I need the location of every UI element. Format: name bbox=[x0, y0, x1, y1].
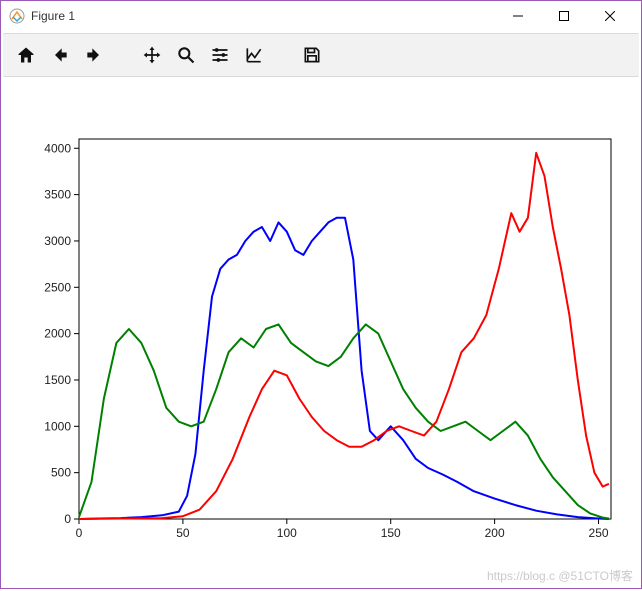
titlebar: Figure 1 bbox=[1, 1, 641, 31]
svg-text:2000: 2000 bbox=[44, 327, 71, 341]
pan-button[interactable] bbox=[135, 38, 169, 72]
svg-text:3000: 3000 bbox=[44, 234, 71, 248]
series-green bbox=[79, 324, 609, 518]
zoom-button[interactable] bbox=[169, 38, 203, 72]
edit-axes-button[interactable] bbox=[237, 38, 271, 72]
svg-text:0: 0 bbox=[76, 526, 83, 540]
figure-window: Figure 1 bbox=[0, 0, 642, 589]
matplotlib-toolbar bbox=[3, 33, 639, 77]
svg-text:250: 250 bbox=[589, 526, 609, 540]
svg-text:500: 500 bbox=[51, 466, 71, 480]
save-button[interactable] bbox=[295, 38, 329, 72]
back-button[interactable] bbox=[43, 38, 77, 72]
maximize-button[interactable] bbox=[541, 1, 587, 31]
svg-text:3500: 3500 bbox=[44, 188, 71, 202]
svg-text:1000: 1000 bbox=[44, 419, 71, 433]
forward-button[interactable] bbox=[77, 38, 111, 72]
plot-area[interactable]: 0501001502002500500100015002000250030003… bbox=[1, 79, 641, 588]
window-title: Figure 1 bbox=[31, 9, 495, 23]
watermark: https://blog.c @51CTO博客 bbox=[487, 567, 633, 584]
app-icon bbox=[9, 8, 25, 24]
series-red bbox=[79, 153, 609, 519]
configure-subplots-button[interactable] bbox=[203, 38, 237, 72]
svg-text:100: 100 bbox=[277, 526, 297, 540]
series-blue bbox=[79, 218, 609, 519]
close-button[interactable] bbox=[587, 1, 633, 31]
svg-text:1500: 1500 bbox=[44, 373, 71, 387]
minimize-button[interactable] bbox=[495, 1, 541, 31]
chart-canvas: 0501001502002500500100015002000250030003… bbox=[1, 79, 641, 591]
home-button[interactable] bbox=[9, 38, 43, 72]
svg-text:0: 0 bbox=[64, 512, 71, 526]
svg-text:50: 50 bbox=[176, 526, 190, 540]
svg-text:150: 150 bbox=[381, 526, 401, 540]
svg-text:200: 200 bbox=[485, 526, 505, 540]
svg-text:2500: 2500 bbox=[44, 280, 71, 294]
svg-text:4000: 4000 bbox=[44, 141, 71, 155]
